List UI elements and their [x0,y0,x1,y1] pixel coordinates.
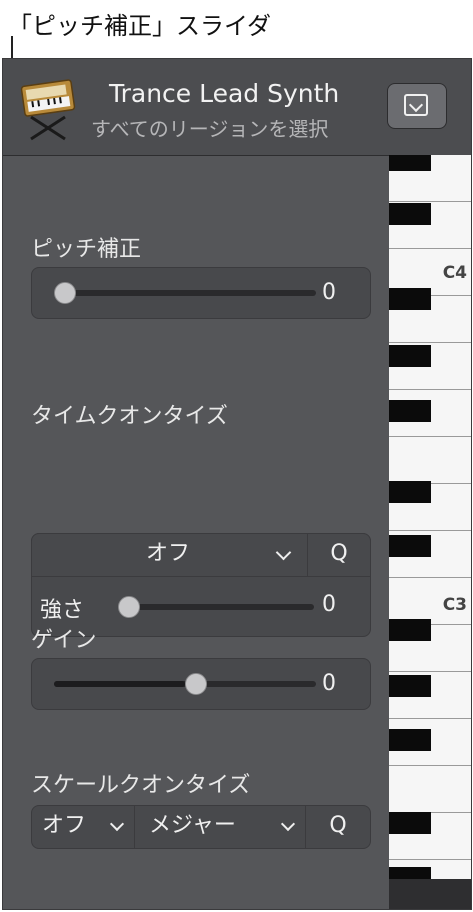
gain-slider[interactable]: 0 [31,658,371,710]
region-controls: ピッチ補正 0 タイムクオンタイズ オフ Q 強さ 0 ゲイン 0 スケールクオ… [3,155,389,909]
scale-type-value: メジャー [149,813,236,838]
chevron-down-icon [404,94,428,116]
pitch-correction-track [58,290,316,296]
piano-black-key[interactable] [389,400,431,422]
piano-black-key[interactable] [389,812,431,834]
gain-knob[interactable] [185,673,207,695]
piano-white-key[interactable] [389,766,471,813]
gain-label: ゲイン [31,628,97,653]
piano-white-key[interactable] [389,437,471,484]
divider [32,576,370,577]
gain-fill [54,681,185,687]
callout-label: 「ピッチ補正」スライダ [8,12,272,40]
piano-black-key[interactable] [389,619,431,641]
piano-black-key[interactable] [389,481,431,503]
strength-label: 強さ [40,598,85,623]
region-header: Trance Lead Synth すべてのリージョンを選択 [3,59,471,156]
piano-black-key[interactable] [389,535,431,557]
piano-black-key[interactable] [389,867,431,879]
synth-keyboard-icon [19,77,79,141]
piano-black-key[interactable] [389,203,431,225]
piano-keyboard[interactable]: C4 C3 [389,155,471,907]
chevron-down-icon [109,816,125,832]
time-quantize-dropdown[interactable]: オフ [31,533,308,577]
chevron-down-icon [275,544,292,561]
time-quantize-q-button[interactable]: Q [307,533,371,577]
pitch-correction-value: 0 [322,280,336,305]
pitch-correction-knob[interactable] [54,282,76,304]
gain-value: 0 [322,671,336,696]
time-quantize-value: オフ [146,541,191,566]
keyboard-footer [389,879,471,909]
track-inspector-panel: Trance Lead Synth すべてのリージョンを選択 ピッチ補正 0 タ… [2,58,472,910]
strength-track[interactable] [122,604,314,610]
scale-quantize-q-button[interactable]: Q [305,805,371,849]
piano-black-key[interactable] [389,345,431,367]
scale-key-value: オフ [42,813,87,838]
c4-key-label: C4 [442,263,467,283]
scale-quantize-label: スケールクオンタイズ [31,773,251,798]
piano-black-key[interactable] [389,288,431,310]
region-subtitle: すべてのリージョンを選択 [91,117,329,141]
scale-type-dropdown[interactable]: メジャー [134,805,306,849]
scale-key-dropdown[interactable]: オフ [31,805,135,849]
strength-knob[interactable] [118,596,140,618]
strength-value: 0 [322,592,336,617]
piano-black-key[interactable] [389,729,431,751]
time-quantize-label: タイムクオンタイズ [31,404,228,429]
pitch-correction-label: ピッチ補正 [31,237,142,262]
c3-key-label: C3 [442,595,467,615]
region-menu-button[interactable] [387,83,447,129]
pitch-correction-slider[interactable]: 0 [31,267,371,319]
track-title: Trance Lead Synth [109,79,340,108]
chevron-down-icon [280,816,296,832]
piano-black-key[interactable] [389,675,431,697]
piano-black-key[interactable] [389,155,431,171]
